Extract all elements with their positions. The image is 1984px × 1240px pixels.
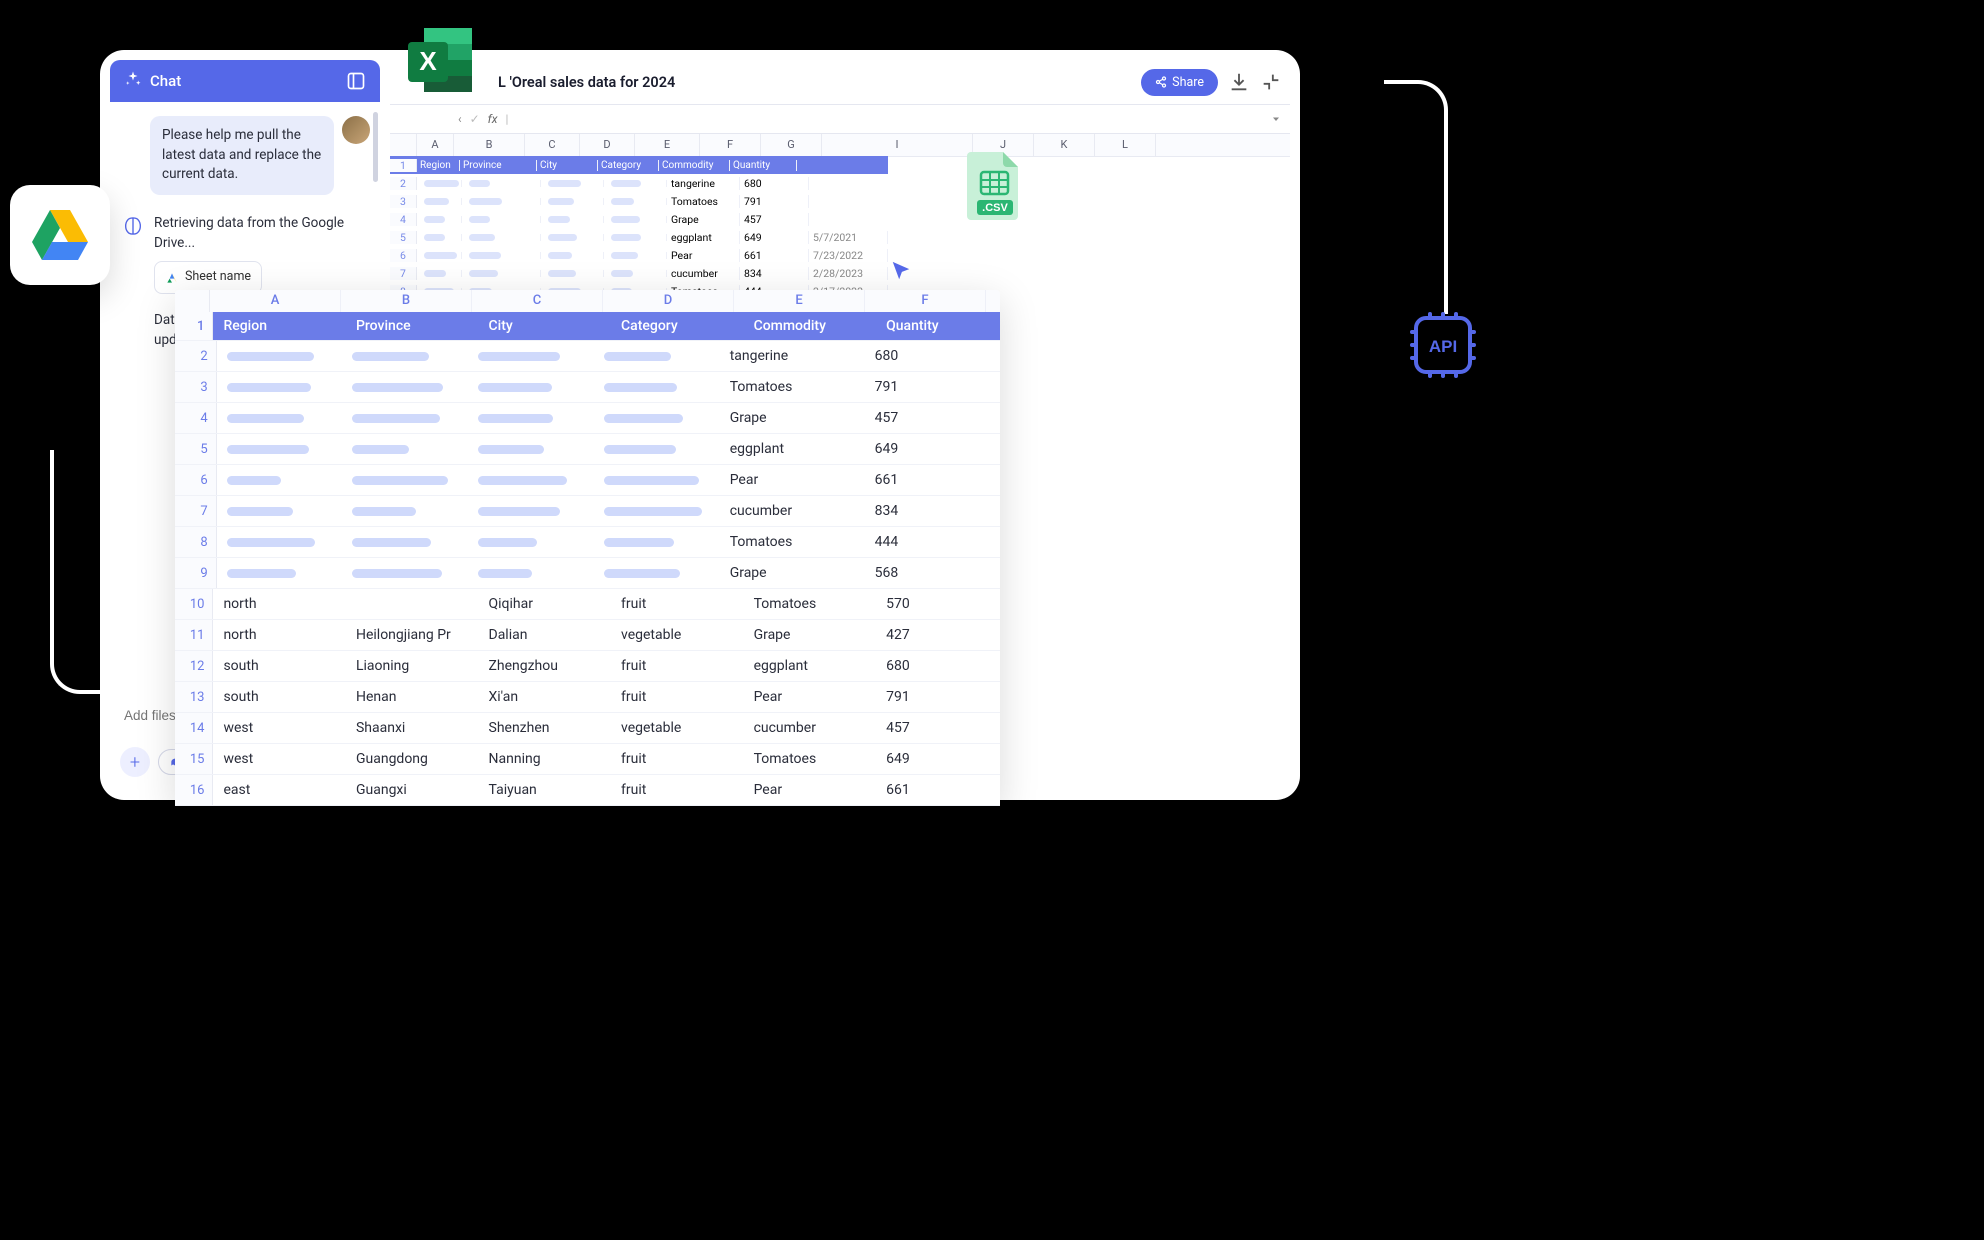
col-header-K[interactable]: K (1034, 134, 1095, 156)
col-header-L[interactable]: L (1095, 134, 1156, 156)
big-col-B[interactable]: B (341, 290, 472, 312)
share-button[interactable]: Share (1141, 69, 1218, 96)
gdrive-icon (10, 185, 110, 285)
svg-text:X: X (419, 46, 437, 76)
sparkle-icon (124, 70, 142, 92)
big-col-E[interactable]: E (734, 290, 865, 312)
avatar (342, 116, 370, 144)
document-title[interactable]: L 'Oreal sales data for 2024 (498, 74, 675, 91)
drive-icon (165, 271, 179, 285)
chat-title: Chat (150, 72, 181, 90)
big-col-A[interactable]: A (210, 290, 341, 312)
sheet-chip-label: Sheet name (185, 268, 251, 287)
scrollbar[interactable] (373, 112, 378, 182)
cursor-icon (890, 260, 912, 286)
formula-bar[interactable]: ‹ ✓ fx | (390, 104, 1290, 134)
csv-icon: .CSV (967, 150, 1022, 220)
user-bubble: Please help me pull the latest data and … (150, 116, 334, 195)
dropdown-icon[interactable] (1270, 113, 1282, 125)
ai-message-1: Retrieving data from the Google Drive...… (120, 213, 370, 294)
connector-left (50, 450, 104, 694)
big-col-D[interactable]: D (603, 290, 734, 312)
excel-icon: X (400, 20, 480, 100)
fx-label: fx (488, 112, 498, 126)
fb-cancel[interactable]: ‹ (458, 112, 462, 126)
download-icon[interactable] (1228, 71, 1250, 93)
api-icon: API (1408, 310, 1478, 380)
foreground-table: ABCDEF1RegionProvinceCityCategoryCommodi… (175, 290, 1000, 806)
collapse-icon[interactable] (1260, 71, 1282, 93)
add-button[interactable]: + (120, 747, 150, 777)
big-col-F[interactable]: F (865, 290, 986, 312)
share-label: Share (1172, 75, 1204, 90)
connector-right (1384, 80, 1448, 314)
svg-text:.CSV: .CSV (982, 202, 1008, 214)
ai-text-1: Retrieving data from the Google Drive... (154, 213, 370, 254)
sheet-titlebar: L 'Oreal sales data for 2024 Share (390, 60, 1290, 104)
ai-icon (120, 213, 146, 239)
big-col-C[interactable]: C (472, 290, 603, 312)
svg-text:API: API (1429, 337, 1457, 356)
user-message: Please help me pull the latest data and … (120, 116, 370, 195)
chat-header: Chat (110, 60, 380, 102)
collapse-icon[interactable] (346, 71, 366, 91)
share-icon (1155, 76, 1167, 88)
